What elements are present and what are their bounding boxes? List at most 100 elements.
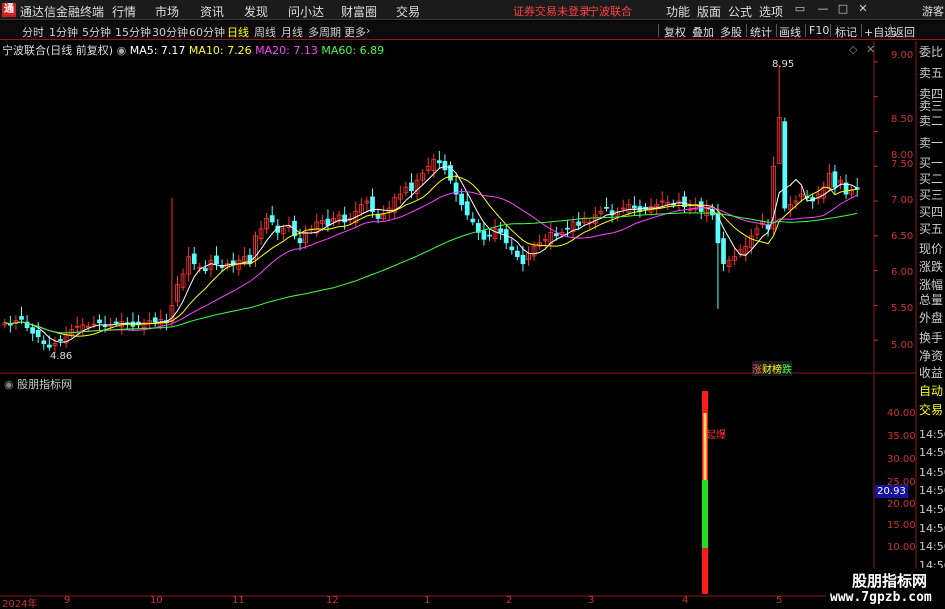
period-60min[interactable]: 60分钟	[189, 24, 225, 40]
statistics-button[interactable]: 统计	[750, 24, 772, 40]
ma10-line	[4, 175, 858, 337]
y-tick: 6.00	[891, 267, 914, 278]
x-tick: 3	[588, 595, 595, 606]
candle-body	[286, 224, 292, 228]
menu-news[interactable]: 资讯	[200, 3, 224, 20]
menu-ask[interactable]: 问小达	[288, 3, 324, 20]
quote-label-14: 总量	[919, 293, 944, 307]
close-panel-icon[interactable]: ✕	[866, 43, 875, 56]
minimize-icon[interactable]: —	[816, 2, 830, 16]
period-15min[interactable]: 15分钟	[115, 24, 151, 40]
high-price-marker: 8.95	[772, 59, 795, 70]
candle-body	[559, 231, 565, 235]
candle-body	[386, 207, 392, 213]
mark-button[interactable]: 标记	[835, 24, 857, 40]
period-5min[interactable]: 5分钟	[82, 24, 111, 40]
quote-label-6: 买一	[919, 156, 944, 170]
candle-body	[470, 218, 476, 223]
close-icon[interactable]: ✕	[856, 2, 870, 16]
quote-label-19[interactable]: 自动	[919, 384, 943, 399]
period-weekly[interactable]: 周线	[254, 24, 276, 40]
candle-body	[381, 214, 386, 219]
adjust-button[interactable]: 复权	[664, 24, 686, 40]
f10-button[interactable]: F10	[809, 24, 829, 37]
period-1min[interactable]: 1分钟	[49, 24, 78, 40]
candle-body	[832, 171, 838, 188]
candle-body	[308, 228, 314, 231]
y-tick: 5.50	[891, 303, 914, 314]
candle-body	[175, 284, 180, 302]
menu-trade[interactable]: 交易	[396, 3, 420, 20]
chevron-right-icon[interactable]: ›	[366, 24, 370, 37]
indicator-bar-upper	[702, 413, 708, 480]
quote-label-13: 涨幅	[919, 278, 944, 292]
x-tick: 2	[506, 595, 513, 606]
candle-body	[526, 252, 531, 260]
menu-function[interactable]: 功能	[666, 3, 690, 20]
candle-body	[158, 318, 164, 327]
period-monthly[interactable]: 月线	[281, 24, 303, 40]
candle-body	[704, 207, 710, 217]
period-timeshare[interactable]: 分时	[22, 24, 44, 40]
candle-body	[35, 330, 41, 338]
quote-label-20[interactable]: 交易	[919, 403, 943, 418]
x-tick: 12	[326, 595, 339, 606]
candle-body	[760, 221, 765, 226]
candle-body	[492, 228, 498, 240]
ma10-value: MA10: 7.26	[188, 44, 252, 57]
quote-label-9: 买四	[919, 205, 944, 219]
candle-body	[593, 214, 598, 224]
candle-body	[643, 206, 648, 210]
user-guest[interactable]: 游客	[922, 3, 944, 19]
period-daily[interactable]: 日线	[227, 24, 249, 40]
candle-body	[838, 179, 843, 184]
x-tick: 9	[64, 595, 71, 606]
multi-stock-button[interactable]: 多股	[720, 24, 742, 40]
quote-label-5: 卖一	[919, 136, 944, 150]
quote-label-16: 换手	[919, 331, 944, 345]
draw-line-button[interactable]: 画线	[779, 24, 801, 40]
period-toolbar: 分时 1分钟 5分钟 15分钟 30分钟 60分钟 日线 周线 月线 多周期 更…	[0, 21, 945, 40]
period-multi[interactable]: 多周期	[308, 24, 341, 40]
candle-body	[765, 224, 771, 230]
menu-layout[interactable]: 版面	[697, 3, 721, 20]
trade-login-warning[interactable]: 证券交易未登录	[513, 3, 590, 19]
period-30min[interactable]: 30分钟	[152, 24, 188, 40]
period-more[interactable]: 更多	[344, 24, 366, 40]
menu-formula[interactable]: 公式	[728, 3, 752, 20]
back-button[interactable]: 返回	[893, 24, 915, 40]
candle-body	[47, 344, 52, 348]
candle-body	[325, 218, 331, 226]
quote-label-0: 委比	[919, 45, 944, 59]
candle-body	[854, 187, 860, 190]
maximize-icon[interactable]: □	[836, 2, 850, 16]
quote-label-10: 买五	[919, 222, 944, 236]
menu-wealth-circle[interactable]: 财富圈	[341, 3, 377, 20]
candle-body	[581, 218, 587, 224]
candle-body	[80, 324, 86, 331]
candle-body	[481, 230, 487, 240]
indicator-bar-bottom	[702, 548, 708, 594]
indicator-title[interactable]: ◉ 股朋指标网	[4, 376, 72, 392]
settings-dot-icon[interactable]: ◉	[117, 44, 130, 57]
diamond-icon[interactable]: ◇	[849, 43, 857, 56]
quote-label-17: 净资	[919, 349, 944, 363]
window-menu-icon[interactable]: ▭	[793, 2, 807, 16]
x-tick: 10	[150, 595, 163, 606]
candle-body	[342, 214, 347, 223]
menu-options[interactable]: 选项	[759, 3, 783, 20]
candle-body	[771, 165, 776, 230]
menu-market[interactable]: 市场	[155, 3, 179, 20]
ma5-line	[4, 165, 858, 343]
candle-body	[130, 321, 136, 327]
candle-body	[197, 266, 203, 269]
y-tick: 5.00	[891, 340, 914, 351]
overlay-button[interactable]: 叠加	[692, 24, 714, 40]
stock-badge[interactable]: 涨财榜跌	[752, 361, 792, 376]
candle-body	[370, 196, 375, 212]
candle-body	[52, 343, 58, 347]
candle-body	[2, 322, 8, 326]
menu-discover[interactable]: 发现	[244, 3, 268, 20]
menu-market-quotes[interactable]: 行情	[112, 3, 136, 20]
candle-body	[537, 242, 542, 247]
